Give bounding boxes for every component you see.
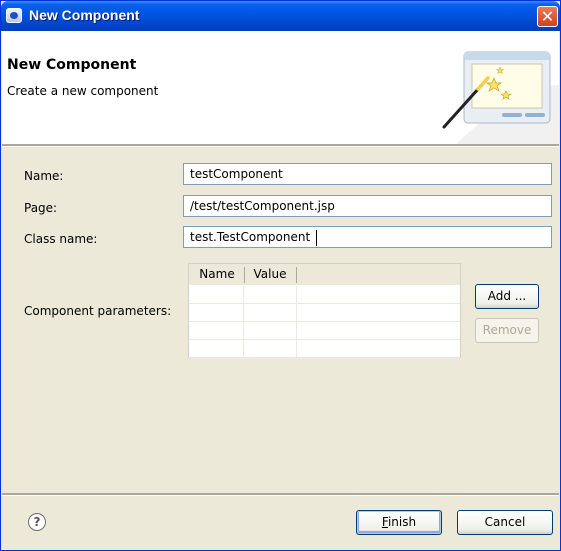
column-gridline bbox=[243, 286, 244, 358]
app-icon bbox=[6, 8, 22, 23]
finish-label: inish bbox=[387, 515, 417, 529]
footer-separator bbox=[2, 493, 559, 496]
table-row[interactable] bbox=[189, 286, 460, 304]
column-gridline bbox=[296, 286, 297, 358]
banner-title: New Component bbox=[7, 57, 137, 73]
page-field[interactable] bbox=[183, 195, 552, 217]
table-row[interactable] bbox=[189, 322, 460, 340]
text-caret bbox=[316, 230, 317, 246]
name-field[interactable] bbox=[183, 163, 552, 185]
table-row[interactable] bbox=[189, 340, 460, 358]
column-divider[interactable] bbox=[296, 267, 297, 283]
table-row[interactable] bbox=[189, 304, 460, 322]
remove-parameter-button[interactable]: Remove bbox=[475, 318, 539, 343]
close-button[interactable]: ✕ bbox=[537, 6, 558, 27]
column-header-value[interactable]: Value bbox=[245, 264, 295, 285]
component-parameters-label: Component parameters: bbox=[24, 304, 172, 318]
class-name-label: Class name: bbox=[24, 232, 98, 246]
banner-separator bbox=[2, 144, 559, 147]
parameters-table[interactable]: Name Value bbox=[188, 263, 461, 358]
add-parameter-button[interactable]: Add ... bbox=[475, 284, 539, 309]
class-name-field[interactable] bbox=[183, 226, 552, 248]
name-label: Name: bbox=[24, 169, 64, 183]
new-component-dialog: New Component ✕ New Component Create a n… bbox=[0, 0, 561, 551]
page-label: Page: bbox=[24, 201, 58, 215]
wizard-banner: New Component Create a new component bbox=[2, 31, 559, 144]
column-header-name[interactable]: Name bbox=[191, 264, 243, 285]
finish-button[interactable]: Finish bbox=[356, 510, 442, 535]
title-bar[interactable]: New Component ✕ bbox=[1, 1, 560, 31]
banner-description: Create a new component bbox=[7, 84, 159, 98]
cancel-button[interactable]: Cancel bbox=[457, 510, 553, 535]
wizard-wand-icon bbox=[442, 51, 559, 144]
parameters-table-header: Name Value bbox=[189, 264, 460, 285]
help-icon[interactable]: ? bbox=[28, 513, 46, 531]
window-title: New Component bbox=[29, 7, 140, 23]
